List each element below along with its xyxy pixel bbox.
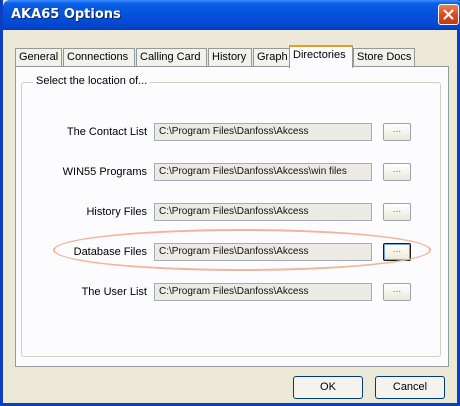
groupbox-legend: Select the location of...	[33, 75, 151, 87]
contact-list-label: The Contact List	[66, 126, 147, 138]
win55-programs-label: WIN55 Programs	[62, 166, 147, 178]
tab-directories[interactable]: Directories	[289, 45, 353, 68]
contact-list-path-field[interactable]: C:\Program Files\Danfoss\Akcess	[154, 123, 372, 141]
database-files-browse-button[interactable]: ...	[383, 243, 411, 261]
win55-programs-browse-button[interactable]: ...	[383, 163, 411, 181]
history-files-browse-button[interactable]: ...	[383, 203, 411, 221]
tab-connections[interactable]: Connections	[63, 48, 135, 66]
database-files-path-field[interactable]: C:\Program Files\Danfoss\Akcess	[154, 243, 372, 261]
close-button[interactable]	[438, 4, 459, 25]
contact-list-browse-button[interactable]: ...	[383, 123, 411, 141]
close-icon	[443, 9, 454, 20]
window-title: AKA65 Options	[11, 7, 121, 22]
tab-history[interactable]: History	[208, 48, 252, 66]
tab-calling-card[interactable]: Calling Card	[136, 48, 207, 66]
tab-general[interactable]: General	[15, 48, 62, 66]
history-files-path-field[interactable]: C:\Program Files\Danfoss\Akcess	[154, 203, 372, 221]
history-files-label: History Files	[86, 206, 147, 218]
user-list-browse-button[interactable]: ...	[383, 283, 411, 301]
cancel-button[interactable]: Cancel	[375, 376, 445, 399]
options-dialog: AKA65 Options General Connections Callin…	[0, 0, 460, 406]
ok-button[interactable]: OK	[293, 376, 363, 399]
tab-store-docs[interactable]: Store Docs	[353, 48, 415, 66]
tab-graph[interactable]: Graph	[253, 48, 290, 66]
user-list-label: The User List	[81, 286, 147, 298]
win55-programs-path-field[interactable]: C:\Program Files\Danfoss\Akcess\win file…	[154, 163, 372, 181]
user-list-path-field[interactable]: C:\Program Files\Danfoss\Akcess	[154, 283, 372, 301]
database-files-label: Database Files	[73, 246, 147, 258]
title-bar[interactable]: AKA65 Options	[3, 0, 460, 30]
